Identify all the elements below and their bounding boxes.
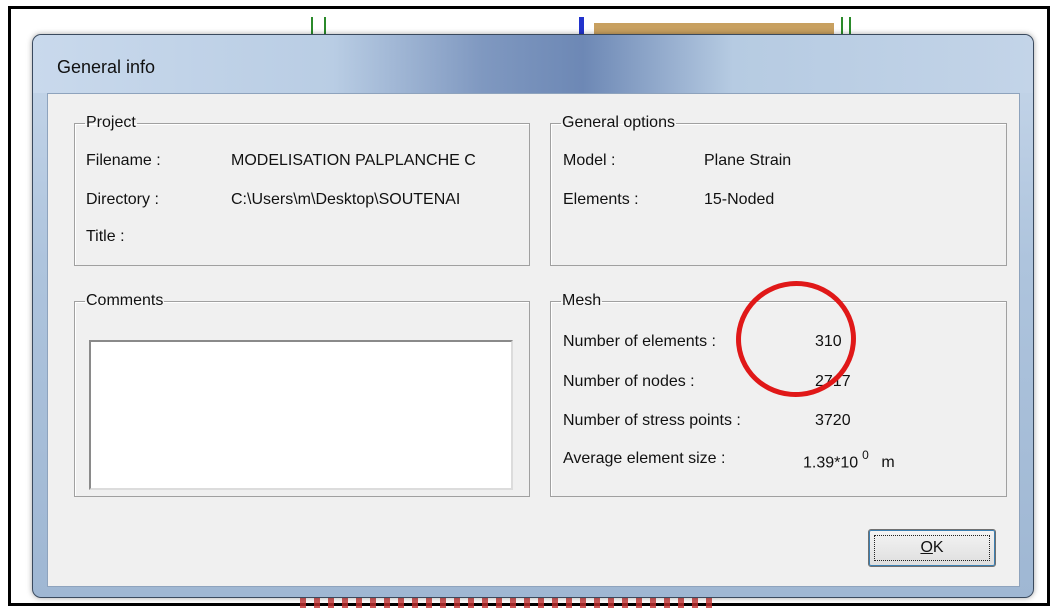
num-stress-points-label: Number of stress points : bbox=[563, 412, 741, 429]
num-elements-label: Number of elements : bbox=[563, 333, 716, 350]
avg-size-label: Average element size : bbox=[563, 450, 726, 467]
background-drawing bbox=[300, 598, 720, 608]
comments-legend: Comments bbox=[86, 292, 164, 309]
general-options-legend: General options bbox=[562, 114, 675, 131]
mesh-legend: Mesh bbox=[562, 292, 602, 309]
filename-value: MODELISATION PALPLANCHE C bbox=[231, 152, 476, 169]
avg-size-base: 1.39*10 bbox=[803, 454, 859, 472]
num-elements-value: 310 bbox=[815, 333, 842, 350]
num-nodes-label: Number of nodes : bbox=[563, 373, 695, 390]
num-nodes-value: 2717 bbox=[815, 373, 851, 390]
directory-value: C:\Users\m\Desktop\SOUTENAI bbox=[231, 191, 461, 208]
elements-label: Elements : bbox=[563, 191, 639, 208]
comments-textarea[interactable] bbox=[89, 340, 513, 490]
title-label: Title : bbox=[86, 228, 125, 245]
avg-size-unit: m bbox=[881, 454, 895, 472]
general-info-dialog: General info Project Filename : MODELISA… bbox=[32, 34, 1034, 598]
focus-rectangle bbox=[874, 535, 990, 561]
num-stress-points-value: 3720 bbox=[815, 412, 851, 429]
comments-group: Comments bbox=[74, 292, 530, 497]
model-value: Plane Strain bbox=[704, 152, 792, 169]
avg-size-exponent: 0 bbox=[862, 448, 869, 462]
general-options-group: General options Model : Plane Strain Ele… bbox=[550, 114, 1007, 266]
project-legend: Project bbox=[86, 114, 136, 131]
elements-value: 15-Noded bbox=[704, 191, 775, 208]
directory-label: Directory : bbox=[86, 191, 159, 208]
project-group: Project Filename : MODELISATION PALPLANC… bbox=[74, 114, 530, 266]
dialog-body: Project Filename : MODELISATION PALPLANC… bbox=[47, 93, 1020, 587]
ok-button[interactable]: OK bbox=[868, 529, 996, 567]
title-bar[interactable]: General info bbox=[33, 35, 1033, 93]
avg-size-value: 1.39*10 0 m bbox=[803, 448, 895, 472]
mesh-group: Mesh Number of elements : 310 Number of … bbox=[550, 292, 1007, 497]
window-title: General info bbox=[57, 57, 156, 77]
model-label: Model : bbox=[563, 152, 616, 169]
filename-label: Filename : bbox=[86, 152, 161, 169]
